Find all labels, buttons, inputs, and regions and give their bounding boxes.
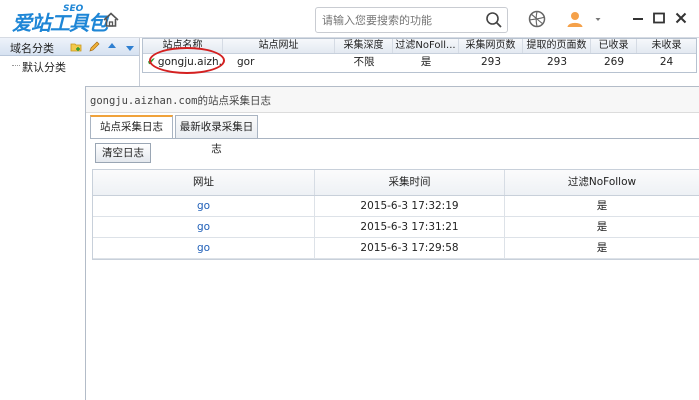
- col-pages-extracted[interactable]: 提取的页面数: [523, 39, 591, 53]
- basketball-icon[interactable]: [527, 9, 547, 29]
- log-table-header: 网址 采集时间 过滤NoFollow: [93, 170, 699, 196]
- not-indexed-cell: 24: [659, 56, 674, 68]
- move-up-icon[interactable]: [106, 41, 118, 53]
- table-row[interactable]: ✔ gongju.aizh... gor 不限 是 293 293 269 24: [143, 54, 696, 71]
- tab-divider: [90, 138, 699, 139]
- col-url[interactable]: 网址: [93, 170, 315, 195]
- search-input[interactable]: [322, 12, 482, 28]
- col-filter-nofollow[interactable]: 过滤NoFollow: [505, 170, 699, 195]
- tab-new-indexed-log[interactable]: 最新收录采集日志: [175, 115, 258, 155]
- table-row[interactable]: go 2015-6-3 17:29:58 是: [93, 238, 699, 259]
- log-nofollow-cell: 是: [596, 242, 608, 254]
- site-name-text: gongju.aizh...: [157, 56, 223, 68]
- log-url-link[interactable]: go: [93, 217, 315, 237]
- indexed-cell: 269: [603, 56, 625, 68]
- log-time-cell: 2015-6-3 17:29:58: [315, 238, 505, 258]
- check-icon: ✔: [147, 56, 156, 68]
- table-row[interactable]: go 2015-6-3 17:31:21 是: [93, 217, 699, 238]
- close-icon[interactable]: [672, 9, 690, 27]
- logo-seo-text: SEO: [63, 4, 84, 14]
- clear-log-button[interactable]: 清空日志: [95, 143, 151, 163]
- top-bar: 爱站工具包 SEO: [0, 0, 699, 38]
- crawl-depth-cell: 不限: [353, 56, 375, 68]
- site-crawl-log-panel: gongju.aizhan.com的站点采集日志 站点采集日志 最新收录采集日志…: [85, 86, 699, 400]
- log-url-link[interactable]: go: [93, 238, 315, 258]
- home-icon[interactable]: [101, 10, 121, 30]
- col-site-url[interactable]: 站点网址: [223, 39, 335, 53]
- sidebar-item-default[interactable]: 默认分类: [0, 56, 139, 76]
- log-time-cell: 2015-6-3 17:32:19: [315, 196, 505, 216]
- log-table: 网址 采集时间 过滤NoFollow go 2015-6-3 17:32:19 …: [92, 169, 699, 260]
- col-crawl-time[interactable]: 采集时间: [315, 170, 505, 195]
- sidebar-header: 域名分类: [0, 38, 139, 56]
- tab-site-crawl-log[interactable]: 站点采集日志: [90, 115, 173, 139]
- search-box: [315, 7, 508, 33]
- add-folder-icon[interactable]: [70, 41, 82, 53]
- tree-connector: [12, 65, 20, 66]
- move-down-icon[interactable]: [124, 41, 136, 53]
- col-indexed[interactable]: 已收录: [591, 39, 637, 53]
- maximize-icon[interactable]: [650, 9, 668, 27]
- dropdown-chevron-icon[interactable]: [593, 9, 603, 29]
- col-filter-nofollow[interactable]: 过滤NoFoll...: [393, 39, 459, 53]
- table-row[interactable]: go 2015-6-3 17:32:19 是: [93, 196, 699, 217]
- logo-text: 爱站工具包: [12, 11, 108, 35]
- search-icon[interactable]: [485, 11, 503, 29]
- col-crawl-depth[interactable]: 采集深度: [335, 39, 393, 53]
- log-nofollow-cell: 是: [596, 221, 608, 233]
- log-panel-title: gongju.aizhan.com的站点采集日志: [90, 95, 271, 107]
- site-table: 站点名称 站点网址 采集深度 过滤NoFoll... 采集网页数 提取的页面数 …: [142, 38, 697, 73]
- app-window: 爱站工具包 SEO 请输入您要搜索的功能 域名分类 默认分类 站点名称 站点网址…: [0, 0, 699, 400]
- sidebar-title: 域名分类: [10, 42, 54, 55]
- minimize-icon[interactable]: [629, 9, 647, 27]
- app-logo: 爱站工具包 SEO: [12, 4, 108, 35]
- user-avatar-icon[interactable]: [565, 9, 585, 29]
- site-table-header: 站点名称 站点网址 采集深度 过滤NoFoll... 采集网页数 提取的页面数 …: [143, 39, 696, 54]
- site-name-cell: ✔ gongju.aizh...: [143, 54, 223, 71]
- col-not-indexed[interactable]: 未收录: [637, 39, 696, 53]
- edit-pencil-icon[interactable]: [88, 41, 100, 53]
- site-url-cell: gor: [237, 56, 255, 68]
- col-pages-crawled[interactable]: 采集网页数: [459, 39, 523, 53]
- log-time-cell: 2015-6-3 17:31:21: [315, 217, 505, 237]
- col-site-name[interactable]: 站点名称: [143, 39, 223, 53]
- sidebar-item-label: 默认分类: [22, 61, 66, 74]
- filter-nofollow-cell: 是: [420, 56, 432, 68]
- pages-extracted-cell: 293: [546, 56, 568, 68]
- log-url-link[interactable]: go: [93, 196, 315, 216]
- pages-crawled-cell: 293: [480, 56, 502, 68]
- log-nofollow-cell: 是: [596, 200, 608, 212]
- log-panel-titlebar: gongju.aizhan.com的站点采集日志: [86, 87, 699, 113]
